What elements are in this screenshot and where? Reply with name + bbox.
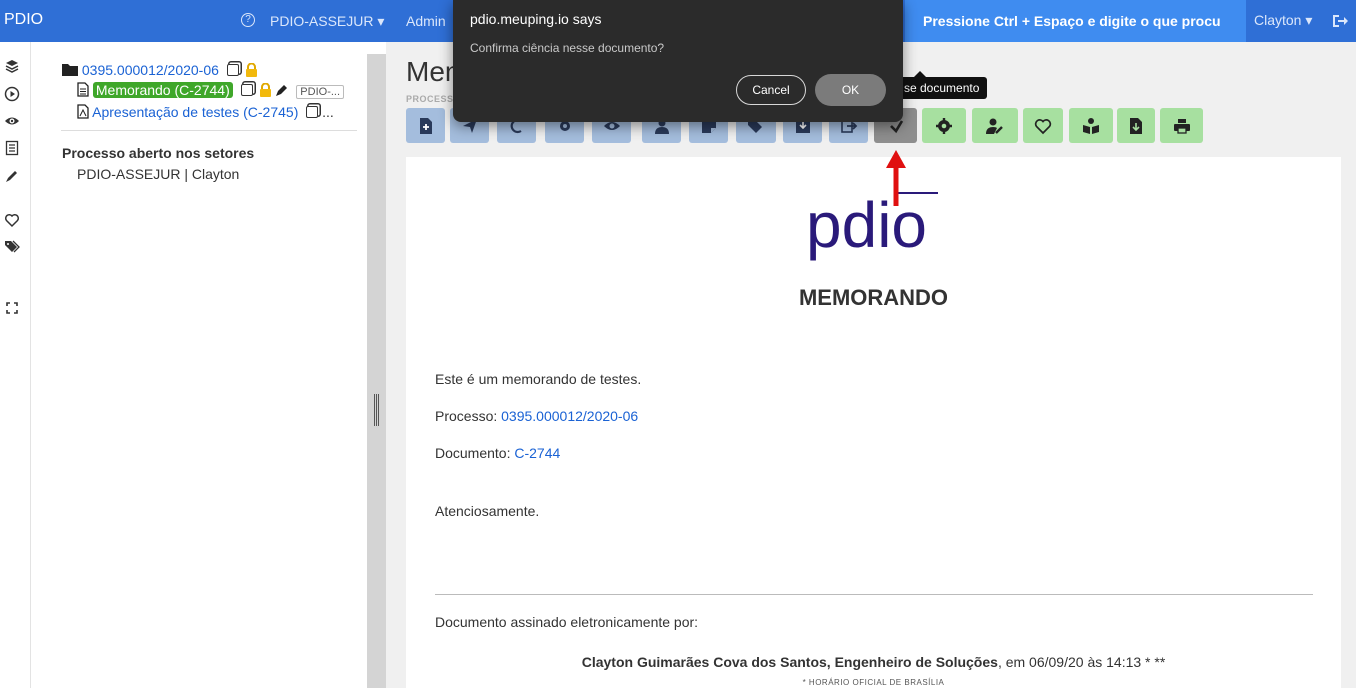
memorando-link[interactable]: Memorando (C-2744): [92, 82, 233, 98]
folder-icon: [62, 64, 78, 76]
unit-dropdown[interactable]: PDIO-ASSEJUR ▾: [270, 13, 384, 30]
signer-date: , em 06/09/20 às 14:13 * **: [997, 654, 1166, 670]
eye-icon[interactable]: [4, 113, 20, 129]
chevron-down-icon: ▾: [1305, 12, 1313, 28]
file-text-icon: [77, 82, 89, 97]
confirm-dialog: pdio.meuping.io says Confirma ciência ne…: [453, 0, 903, 122]
timezone-footnote: * HORÁRIO OFICIAL DE BRASÍLIA: [802, 678, 945, 687]
ok-button[interactable]: OK: [815, 74, 886, 106]
signature-pen-icon: [276, 85, 288, 96]
main-content: Mem PROCESS se documento pdio MEMORANDO …: [386, 42, 1356, 688]
expand-icon[interactable]: [4, 300, 20, 316]
help-icon[interactable]: ?: [241, 13, 255, 27]
closing-line: Atenciosamente.: [435, 503, 540, 519]
user-dropdown[interactable]: Clayton ▾: [1254, 12, 1312, 29]
process-tree-panel: 0395.000012/2020-06 Memorando (C-2744) P…: [31, 42, 367, 688]
panel-splitter[interactable]: [367, 54, 386, 688]
body-line: Este é um memorando de testes.: [435, 371, 642, 387]
file-download-icon: [1130, 117, 1142, 134]
command-search[interactable]: Pressione Ctrl + Espaço e digite o que p…: [905, 0, 1246, 42]
left-icon-bar: [0, 42, 31, 688]
more-ellipsis: ...: [322, 104, 334, 120]
process-link[interactable]: 0395.000012/2020-06: [82, 62, 219, 78]
play-icon[interactable]: [4, 86, 20, 102]
book-reader-icon: [1083, 117, 1099, 134]
signer-badge: PDIO-...: [296, 85, 345, 99]
tree-process-row: 0395.000012/2020-06: [62, 62, 258, 78]
signer-line: Clayton Guimarães Cova dos Santos, Engen…: [406, 654, 1341, 670]
document-label: Documento:: [435, 445, 515, 461]
copy-icon[interactable]: [240, 84, 253, 96]
user-edit-button[interactable]: [972, 108, 1018, 143]
file-download-button[interactable]: [1117, 108, 1155, 143]
pdio-logo: pdio: [806, 189, 938, 261]
cancel-button[interactable]: Cancel: [736, 75, 806, 105]
lock-icon: [245, 63, 257, 77]
print-button[interactable]: [1160, 108, 1203, 143]
document-page: pdio MEMORANDO Este é um memorando de te…: [406, 157, 1341, 688]
print-icon: [1173, 118, 1190, 134]
unit-label: PDIO-ASSEJUR: [270, 13, 374, 29]
copy-icon[interactable]: [226, 64, 239, 76]
logo-text: pdio: [806, 189, 927, 261]
admin-menu[interactable]: Admin: [406, 13, 446, 29]
new-document-button[interactable]: [406, 108, 445, 143]
signature-divider: [435, 594, 1313, 595]
red-arrow-annotation: [886, 150, 906, 206]
sectors-heading: Processo aberto nos setores: [62, 145, 255, 161]
list-icon[interactable]: [4, 140, 20, 156]
layers-icon[interactable]: [4, 58, 20, 74]
signer-name: Clayton Guimarães Cova dos Santos, Engen…: [581, 654, 998, 670]
document-heading: MEMORANDO: [798, 285, 949, 310]
file-pdf-icon: [77, 104, 89, 119]
chevron-down-icon: ▾: [377, 13, 385, 29]
splitter-grip-icon[interactable]: [374, 394, 379, 426]
heart-icon: [1034, 118, 1052, 134]
button-tooltip: se documento: [896, 77, 988, 99]
gear-icon: [936, 117, 952, 134]
tree-divider: [61, 130, 357, 131]
tree-doc-row-apresentacao: Apresentação de testes (C-2745) ...: [77, 104, 334, 120]
document-line: Documento: C-2744: [435, 445, 560, 461]
dialog-message: Confirma ciência nesse documento?: [470, 41, 665, 55]
process-value-link[interactable]: 0395.000012/2020-06: [501, 408, 638, 424]
user-edit-icon: [986, 118, 1003, 134]
signed-by-label: Documento assinado eletronicamente por:: [435, 614, 699, 630]
process-caption: PROCESS: [406, 94, 454, 104]
dialog-title: pdio.meuping.io says: [470, 11, 602, 27]
tree-doc-row-memorando: Memorando (C-2744) PDIO-...: [77, 82, 345, 99]
copy-icon[interactable]: [306, 106, 319, 118]
pen-icon[interactable]: [4, 168, 20, 184]
process-label: Processo:: [435, 408, 502, 424]
reader-button[interactable]: [1069, 108, 1113, 143]
sectors-value: PDIO-ASSEJUR | Clayton: [77, 166, 240, 182]
heart-icon[interactable]: [4, 212, 20, 228]
user-name: Clayton: [1254, 12, 1302, 28]
favorite-button[interactable]: [1023, 108, 1063, 143]
process-line: Processo: 0395.000012/2020-06: [435, 408, 638, 424]
apresentacao-link[interactable]: Apresentação de testes (C-2745): [92, 104, 298, 120]
new-document-icon: [419, 117, 432, 134]
gear-button[interactable]: [922, 108, 966, 143]
lock-icon: [259, 83, 271, 97]
document-value-link[interactable]: C-2744: [514, 445, 560, 461]
brand-logo[interactable]: PDIO: [4, 11, 43, 29]
logout-icon[interactable]: [1331, 12, 1349, 30]
tags-icon[interactable]: [4, 238, 20, 254]
